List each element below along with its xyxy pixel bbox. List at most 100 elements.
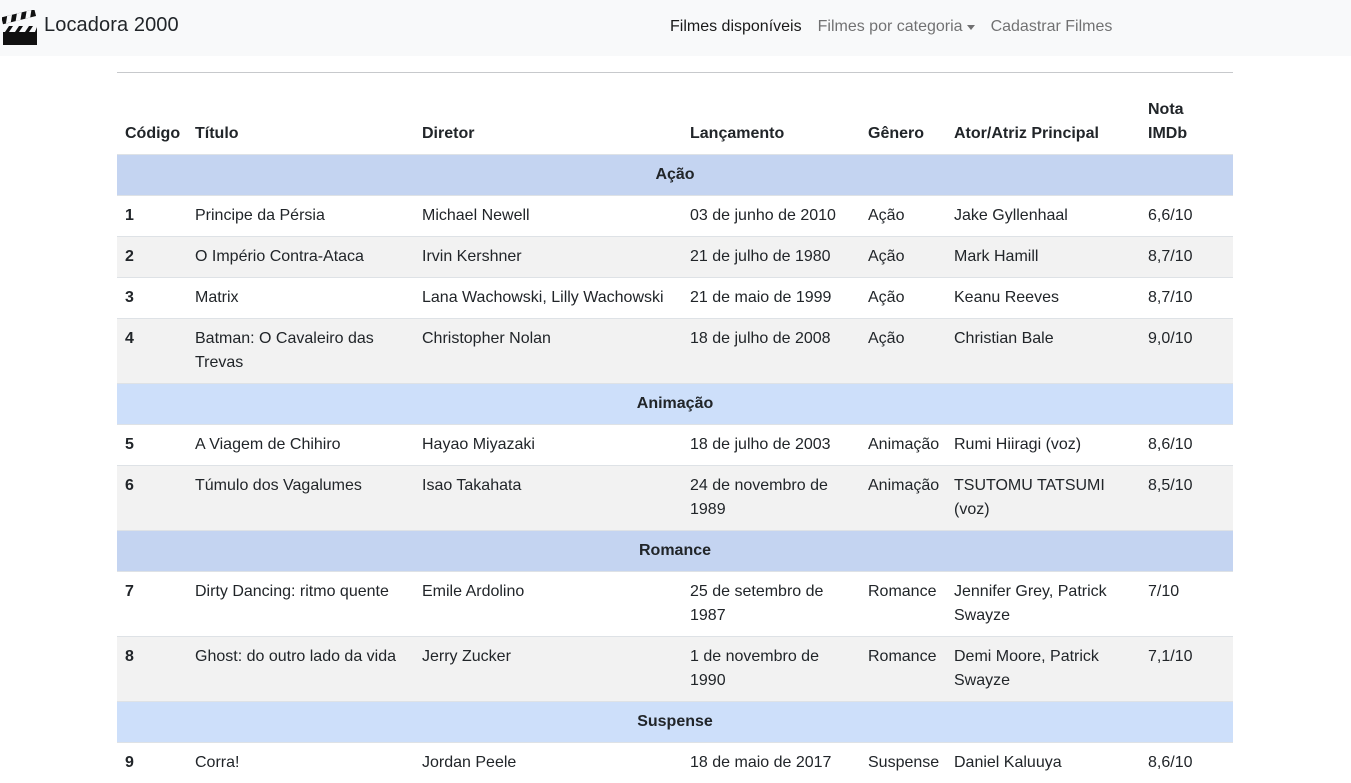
- cell-release: 18 de maio de 2017: [682, 743, 860, 783]
- cell-title: Corra!: [187, 743, 414, 783]
- cell-lead-actor: Mark Hamill: [946, 237, 1140, 278]
- cell-release: 18 de julho de 2003: [682, 425, 860, 466]
- category-label: Animação: [117, 384, 1233, 425]
- cell-release: 18 de julho de 2008: [682, 319, 860, 384]
- clapperboard-icon: [2, 10, 38, 46]
- table-row: 1Principe da PérsiaMichael Newell03 de j…: [117, 196, 1233, 237]
- table-header-row: Código Título Diretor Lançamento Gênero …: [117, 73, 1233, 155]
- nav-links: Filmes disponíveis Filmes por categoria …: [670, 18, 1128, 36]
- cell-title: Batman: O Cavaleiro das Trevas: [187, 319, 414, 384]
- category-row: Suspense: [117, 702, 1233, 743]
- nav-dropdown-movies-by-category[interactable]: Filmes por categoria: [818, 18, 975, 36]
- column-header-imdb-rating: Nota IMDb: [1140, 73, 1233, 155]
- cell-lead-actor: Jennifer Grey, Patrick Swayze: [946, 572, 1140, 637]
- cell-lead-actor: Keanu Reeves: [946, 278, 1140, 319]
- cell-title: Dirty Dancing: ritmo quente: [187, 572, 414, 637]
- category-row: Ação: [117, 155, 1233, 196]
- cell-imdb-rating: 8,7/10: [1140, 237, 1233, 278]
- table-row: 5A Viagem de ChihiroHayao Miyazaki18 de …: [117, 425, 1233, 466]
- cell-title: Túmulo dos Vagalumes: [187, 466, 414, 531]
- cell-genre: Ação: [860, 237, 946, 278]
- column-header-director: Diretor: [414, 73, 682, 155]
- cell-lead-actor: Demi Moore, Patrick Swayze: [946, 637, 1140, 702]
- table-row: 7Dirty Dancing: ritmo quenteEmile Ardoli…: [117, 572, 1233, 637]
- cell-imdb-rating: 8,5/10: [1140, 466, 1233, 531]
- main-content: Código Título Diretor Lançamento Gênero …: [117, 56, 1233, 783]
- cell-lead-actor: Daniel Kaluuya: [946, 743, 1140, 783]
- brand-title: Locadora 2000: [44, 14, 179, 37]
- cell-genre: Ação: [860, 278, 946, 319]
- cell-director: Michael Newell: [414, 196, 682, 237]
- cell-code: 5: [117, 425, 187, 466]
- cell-director: Irvin Kershner: [414, 237, 682, 278]
- cell-imdb-rating: 7/10: [1140, 572, 1233, 637]
- cell-director: Christopher Nolan: [414, 319, 682, 384]
- cell-title: Ghost: do outro lado da vida: [187, 637, 414, 702]
- cell-genre: Animação: [860, 425, 946, 466]
- caret-down-icon: [967, 25, 975, 30]
- cell-lead-actor: TSUTOMU TATSUMI (voz): [946, 466, 1140, 531]
- nav-link-register-movies[interactable]: Cadastrar Filmes: [991, 18, 1113, 36]
- column-header-code: Código: [117, 73, 187, 155]
- nav-link-label: Filmes por categoria: [818, 18, 963, 36]
- cell-code: 6: [117, 466, 187, 531]
- cell-release: 1 de novembro de 1990: [682, 637, 860, 702]
- cell-code: 9: [117, 743, 187, 783]
- cell-imdb-rating: 6,6/10: [1140, 196, 1233, 237]
- cell-genre: Animação: [860, 466, 946, 531]
- cell-director: Hayao Miyazaki: [414, 425, 682, 466]
- cell-lead-actor: Rumi Hiiragi (voz): [946, 425, 1140, 466]
- category-row: Romance: [117, 531, 1233, 572]
- brand-link[interactable]: Locadora 2000: [2, 10, 179, 46]
- column-header-title: Título: [187, 73, 414, 155]
- table-row: 9Corra!Jordan Peele18 de maio de 2017Sus…: [117, 743, 1233, 783]
- category-label: Suspense: [117, 702, 1233, 743]
- cell-code: 1: [117, 196, 187, 237]
- cell-imdb-rating: 7,1/10: [1140, 637, 1233, 702]
- cell-title: Principe da Pérsia: [187, 196, 414, 237]
- cell-lead-actor: Christian Bale: [946, 319, 1140, 384]
- category-label: Ação: [117, 155, 1233, 196]
- cell-code: 2: [117, 237, 187, 278]
- category-row: Animação: [117, 384, 1233, 425]
- cell-release: 21 de julho de 1980: [682, 237, 860, 278]
- cell-director: Jordan Peele: [414, 743, 682, 783]
- cell-release: 21 de maio de 1999: [682, 278, 860, 319]
- nav-link-label: Filmes disponíveis: [670, 18, 802, 36]
- cell-director: Jerry Zucker: [414, 637, 682, 702]
- column-header-genre: Gênero: [860, 73, 946, 155]
- cell-genre: Romance: [860, 572, 946, 637]
- cell-title: Matrix: [187, 278, 414, 319]
- cell-genre: Ação: [860, 196, 946, 237]
- cell-title: O Império Contra-Ataca: [187, 237, 414, 278]
- movies-table-body: Ação1Principe da PérsiaMichael Newell03 …: [117, 155, 1233, 783]
- cell-imdb-rating: 8,6/10: [1140, 743, 1233, 783]
- cell-director: Isao Takahata: [414, 466, 682, 531]
- movies-table: Código Título Diretor Lançamento Gênero …: [117, 73, 1233, 783]
- nav-link-label: Cadastrar Filmes: [991, 18, 1113, 36]
- cell-release: 03 de junho de 2010: [682, 196, 860, 237]
- cell-code: 7: [117, 572, 187, 637]
- cell-imdb-rating: 8,6/10: [1140, 425, 1233, 466]
- table-row: 2O Império Contra-AtacaIrvin Kershner21 …: [117, 237, 1233, 278]
- nav-link-available-movies[interactable]: Filmes disponíveis: [670, 18, 802, 36]
- table-row: 4Batman: O Cavaleiro das TrevasChristoph…: [117, 319, 1233, 384]
- table-row: 3MatrixLana Wachowski, Lilly Wachowski21…: [117, 278, 1233, 319]
- cell-director: Emile Ardolino: [414, 572, 682, 637]
- cell-imdb-rating: 9,0/10: [1140, 319, 1233, 384]
- cell-code: 8: [117, 637, 187, 702]
- cell-code: 3: [117, 278, 187, 319]
- cell-release: 24 de novembro de 1989: [682, 466, 860, 531]
- cell-genre: Ação: [860, 319, 946, 384]
- navbar: Locadora 2000 Filmes disponíveis Filmes …: [0, 0, 1351, 56]
- cell-release: 25 de setembro de 1987: [682, 572, 860, 637]
- cell-genre: Romance: [860, 637, 946, 702]
- cell-title: A Viagem de Chihiro: [187, 425, 414, 466]
- cell-imdb-rating: 8,7/10: [1140, 278, 1233, 319]
- category-label: Romance: [117, 531, 1233, 572]
- cell-code: 4: [117, 319, 187, 384]
- cell-director: Lana Wachowski, Lilly Wachowski: [414, 278, 682, 319]
- table-row: 8Ghost: do outro lado da vidaJerry Zucke…: [117, 637, 1233, 702]
- table-row: 6Túmulo dos VagalumesIsao Takahata24 de …: [117, 466, 1233, 531]
- column-header-lead-actor: Ator/Atriz Principal: [946, 73, 1140, 155]
